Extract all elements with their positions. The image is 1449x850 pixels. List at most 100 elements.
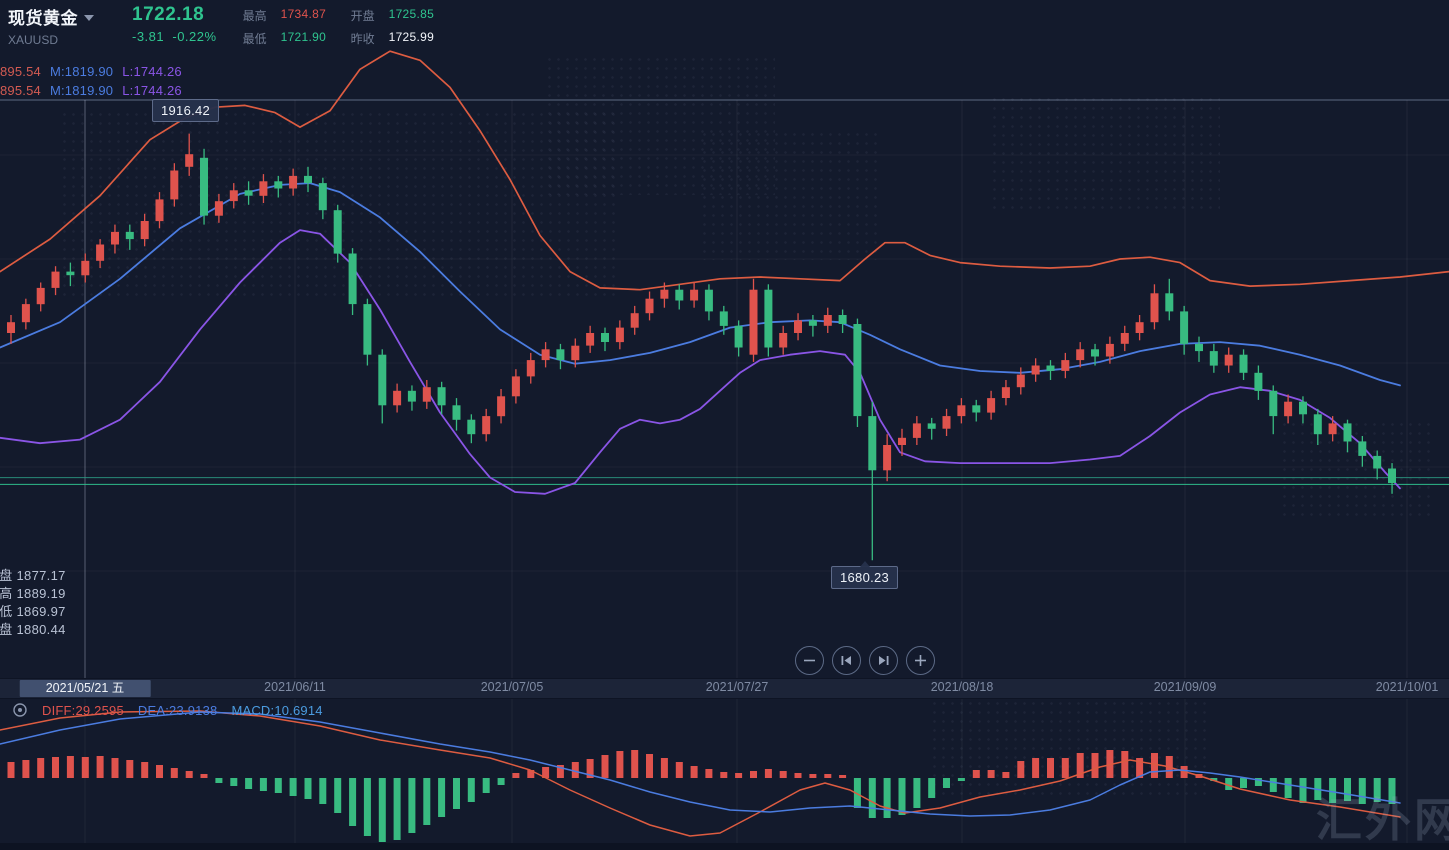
macd-hist-bar [141, 762, 148, 778]
macd-hist-bar [899, 778, 906, 815]
macd-hist-bar [913, 778, 920, 808]
zoom-out-button[interactable] [795, 646, 824, 675]
stat-label-prev-close: 昨收 [351, 30, 375, 47]
macd-hist-bar [988, 770, 995, 778]
macd-hist-bar [676, 762, 683, 778]
macd-hist-bar [943, 778, 950, 788]
symbol-code: XAUUSD [8, 33, 94, 47]
macd-hist-bar [1285, 778, 1292, 798]
price-stats: 最高 1734.87 开盘 1725.85 最低 1721.90 昨收 1725… [243, 7, 445, 47]
annotation-pointer [860, 561, 870, 567]
macd-hist-bar [691, 766, 698, 778]
stat-value-open: 1725.85 [389, 7, 445, 24]
symbol-selector[interactable]: 现货黄金 [8, 4, 94, 29]
macd-hist-bar [1062, 758, 1069, 778]
macd-hist-bar [631, 750, 638, 778]
price-change: -3.81 -0.22% [132, 29, 217, 44]
macd-hist-bar [1032, 758, 1039, 778]
stat-value-prev-close: 1725.99 [389, 30, 445, 47]
macd-header: DIFF:29.2595 DEA:23.9138 MACD:10.6914 [12, 702, 323, 718]
macd-hist-bar [453, 778, 460, 809]
macd-hist-bar [602, 755, 609, 778]
macd-hist-bar [186, 771, 193, 778]
readout-low: 最低 1869.97 [0, 603, 66, 621]
macd-hist-bar [364, 778, 371, 836]
macd-hist-bar [809, 774, 816, 778]
macd-hist-bar [498, 778, 505, 785]
trading-app: { "header": { "symbol_name": "现货黄金", "sy… [0, 0, 1449, 843]
macd-hist-bar [67, 756, 74, 778]
readout-close: 收盘 1880.44 [0, 621, 66, 639]
boll-legend-row-1: 895.54M:1819.90L:1744.26 [0, 64, 191, 79]
skip-start-icon [840, 654, 853, 667]
x-axis-label-selected: 2021/05/21 五 [20, 680, 151, 697]
macd-hist-bar [1270, 778, 1277, 792]
boll-lower-value: L:1744.26 [122, 64, 182, 79]
site-watermark: 汇外网 [1316, 784, 1449, 850]
macd-hist-bar [646, 754, 653, 778]
low-price-annotation: 1680.23 [831, 566, 898, 589]
macd-hist-bar [839, 775, 846, 778]
macd-hist-bar [468, 778, 475, 802]
stat-label-low: 最低 [243, 30, 267, 47]
boll-upper-band-line [0, 51, 1449, 290]
macd-hist-bar [230, 778, 237, 786]
boll-middle-value: M:1819.90 [50, 83, 113, 98]
macd-hist-bar [1017, 761, 1024, 778]
indicator-settings-icon[interactable] [12, 702, 28, 718]
macd-hist-bar [973, 770, 980, 778]
macd-hist-bar [260, 778, 267, 791]
minus-icon [803, 654, 816, 667]
x-axis-label: 2021/10/01 [1376, 680, 1439, 694]
macd-hist-bar [379, 778, 386, 842]
x-axis: 2021/05/21 五2021/06/112021/07/052021/07/… [0, 678, 1449, 699]
macd-hist-bar [334, 778, 341, 813]
last-price: 1722.18 [132, 4, 217, 26]
macd-dea-value: DEA:23.9138 [138, 703, 218, 718]
macd-hist-bar [438, 778, 445, 817]
macd-hist-bar [735, 773, 742, 778]
macd-hist-bar [171, 768, 178, 778]
macd-hist-bar [720, 772, 727, 778]
stat-label-high: 最高 [243, 7, 267, 24]
x-axis-label: 2021/09/09 [1154, 680, 1217, 694]
macd-value: MACD:10.6914 [231, 703, 322, 718]
macd-diff-value: DIFF:29.2595 [42, 703, 124, 718]
skip-to-end-button[interactable] [869, 646, 898, 675]
macd-hist-bar [423, 778, 430, 825]
macd-diff-line [0, 711, 1400, 836]
macd-hist-bar [1121, 751, 1128, 778]
x-axis-label: 2021/07/27 [706, 680, 769, 694]
plus-icon [914, 654, 927, 667]
macd-hist-bar [824, 774, 831, 778]
macd-hist-bar [408, 778, 415, 833]
x-axis-label: 2021/08/18 [931, 680, 994, 694]
readout-open: 开盘 1877.17 [0, 567, 66, 585]
x-axis-label: 2021/07/05 [481, 680, 544, 694]
macd-hist-bar [765, 769, 772, 778]
boll-middle-band-line [0, 183, 1400, 385]
macd-hist-bar [750, 771, 757, 778]
macd-hist-bar [394, 778, 401, 840]
macd-hist-bar [1047, 758, 1054, 778]
macd-hist-bar [1300, 778, 1307, 803]
macd-hist-bar [705, 769, 712, 778]
macd-hist-bar [245, 778, 252, 789]
macd-hist-bar [156, 765, 163, 778]
zoom-in-button[interactable] [906, 646, 935, 675]
macd-hist-bar [305, 778, 312, 799]
macd-hist-bar [661, 758, 668, 778]
macd-hist-bar [52, 757, 59, 778]
macd-hist-bar [201, 774, 208, 778]
macd-hist-bar [1002, 772, 1009, 778]
boll-lower-band-line [0, 230, 1400, 494]
macd-hist-bar [958, 778, 965, 781]
macd-hist-bar [319, 778, 326, 804]
macd-hist-bar [616, 751, 623, 778]
macd-hist-bar [37, 758, 44, 778]
macd-hist-bar [8, 762, 15, 778]
skip-to-start-button[interactable] [832, 646, 861, 675]
boll-upper-value: 895.54 [0, 64, 41, 79]
macd-hist-bar [795, 773, 802, 778]
boll-upper-value: 895.54 [0, 83, 41, 98]
